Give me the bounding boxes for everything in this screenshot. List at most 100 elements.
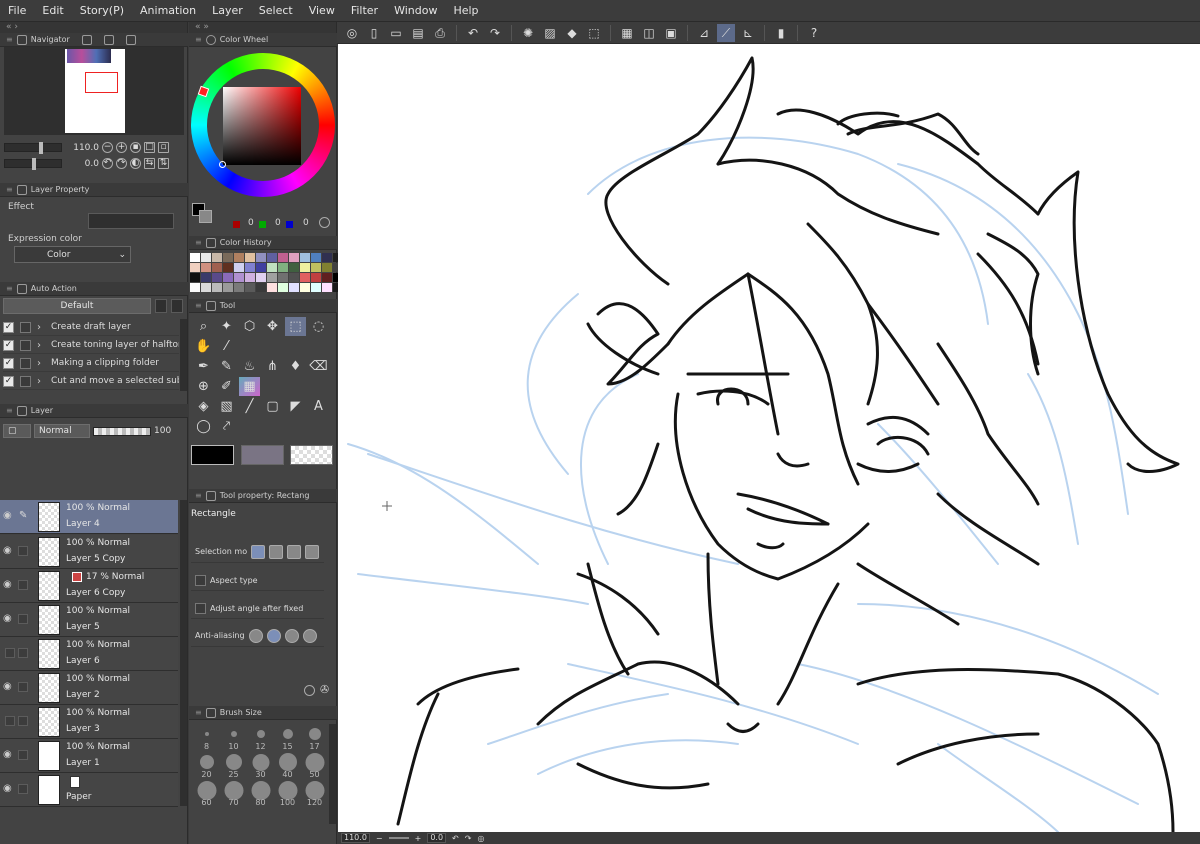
subtract-selection-icon[interactable] [287,544,301,559]
color-history-swatch[interactable] [234,273,244,282]
ruler-tool-icon[interactable]: ◤ [285,397,306,416]
brush-size-preset[interactable]: 40 [274,752,301,780]
operation-tool-icon[interactable]: ✦ [216,317,237,336]
color-history-swatch[interactable] [212,253,222,262]
brush-size-preset[interactable]: 80 [247,780,274,808]
eye-icon[interactable]: ◉ [3,511,15,521]
color-history-swatch[interactable] [212,273,222,282]
menu-edit[interactable]: Edit [34,0,71,22]
gradient-tool-icon[interactable]: ▧ [216,397,237,416]
pen-tool-icon[interactable]: ✒ [193,357,214,376]
menu-filter[interactable]: Filter [343,0,386,22]
color-history-swatch[interactable] [201,283,211,292]
move-tool-icon[interactable]: ✥ [262,317,283,336]
layer-color-select[interactable]: ▢ [3,424,31,438]
zoom-in-icon[interactable]: + [415,834,422,843]
lock-toggle[interactable] [18,614,28,624]
selection-tool-icon[interactable]: ⬚ [285,317,306,336]
blend-mode-select[interactable]: Normal [34,424,90,438]
color-history-swatch[interactable] [190,273,200,282]
navigator-tab-icon[interactable] [16,34,27,45]
fill-tool-icon[interactable]: ✐ [216,377,237,396]
rotation-slider[interactable] [4,158,62,170]
decoration-tool-icon[interactable]: ⋔ [262,357,283,376]
color-history-swatch[interactable] [212,283,222,292]
color-history-swatch[interactable] [267,263,277,272]
color-history-swatch[interactable] [190,283,200,292]
tool-settings-icon[interactable] [304,685,315,696]
brush-size-scrollbar[interactable] [329,724,336,824]
dialog-toggle[interactable] [20,339,31,351]
menu-file[interactable]: File [0,0,34,22]
layer-title[interactable]: Layer [31,406,53,415]
color-history-swatch[interactable] [311,253,321,262]
color-history-swatch[interactable] [245,283,255,292]
color-history-swatch[interactable] [300,263,310,272]
checkbox-checked-icon[interactable]: ✓ [3,321,14,333]
dialog-toggle[interactable] [20,321,31,333]
checkbox-checked-icon[interactable]: ✓ [3,339,14,351]
visibility-off-box[interactable] [5,716,15,726]
lock-toggle[interactable] [18,682,28,692]
color-history-swatch[interactable] [245,253,255,262]
tab-icon[interactable] [125,34,136,45]
color-history-swatch[interactable] [322,253,332,262]
intersect-selection-icon[interactable] [305,544,319,559]
layer-row-layer-3[interactable]: 100 % Normal Layer 3 [0,705,178,739]
effect-buttons[interactable] [88,213,174,229]
clear-icon[interactable]: ▨ [541,24,559,42]
saturation-value-square[interactable] [219,87,301,168]
loading-icon[interactable]: ✺ [519,24,537,42]
app-logo-icon[interactable]: ◎ [343,24,361,42]
color-history-title[interactable]: Color History [220,238,272,247]
texture-tool-icon[interactable]: ▦ [239,377,260,396]
lock-toggle[interactable] [18,750,28,760]
color-history-swatch[interactable] [223,253,233,262]
color-history-swatch[interactable] [256,263,266,272]
navigator-viewport-rect[interactable] [85,72,118,93]
snap-special-ruler-icon[interactable]: ⟋ [717,23,735,42]
correct-line-tool-icon[interactable]: ⤤ [216,417,237,436]
color-history-swatch[interactable] [256,273,266,282]
color-history-swatch[interactable] [300,273,310,282]
reset-rotation-icon[interactable]: ◐ [130,158,141,169]
eraser-tool-icon[interactable]: ⌫ [308,357,329,376]
aa-medium-icon[interactable] [284,628,299,643]
lasso-tool-icon[interactable]: ◌ [308,317,329,336]
dock-collapse-arrows[interactable]: « » [189,22,336,33]
reset-icon[interactable]: ◎ [477,834,484,843]
grip-icon[interactable]: ≡ [195,238,202,247]
color-history-swatch[interactable] [311,283,321,292]
wrench-icon[interactable]: ✇ [320,683,329,696]
zoom-slider[interactable] [4,142,62,154]
color-history-swatch[interactable] [245,263,255,272]
brush-size-preset[interactable]: 100 [274,780,301,808]
color-history-swatch[interactable] [234,253,244,262]
color-mode-icon[interactable] [319,217,330,228]
chevron-right-icon[interactable]: › [37,376,45,387]
status-zoom-slider[interactable] [388,837,409,839]
flip-vertical-icon[interactable]: ⇅ [158,158,169,169]
aa-none-icon[interactable] [248,628,263,643]
color-history-swatch[interactable] [289,253,299,262]
bucket-tool-icon[interactable]: ◈ [193,397,214,416]
menu-window[interactable]: Window [386,0,445,22]
aspect-type-checkbox[interactable] [195,575,206,586]
sub-color-swatch[interactable] [199,210,212,223]
color-wheel-title[interactable]: Color Wheel [220,35,268,44]
menu-animation[interactable]: Animation [132,0,204,22]
rotate-right-icon[interactable]: ↷ [116,158,127,169]
companion-icon[interactable]: ▮ [772,24,790,42]
auto-action-item[interactable]: ✓ › Create draft layer [3,319,179,336]
auto-action-item[interactable]: ✓ › Making a clipping folder [3,355,179,372]
color-history-swatch[interactable] [267,273,277,282]
chevron-right-icon[interactable]: › [37,322,45,333]
auto-action-menu-icon[interactable] [155,299,167,313]
eye-icon[interactable]: ◉ [3,614,15,624]
drawing-canvas[interactable] [338,44,1200,832]
snap-grid-icon[interactable]: ⊾ [739,24,757,42]
new-file-icon[interactable]: ▯ [365,24,383,42]
grip-icon[interactable]: ≡ [195,491,202,500]
auto-action-set-select[interactable]: Default [3,298,151,314]
frame-tool-icon[interactable]: ▢ [262,397,283,416]
